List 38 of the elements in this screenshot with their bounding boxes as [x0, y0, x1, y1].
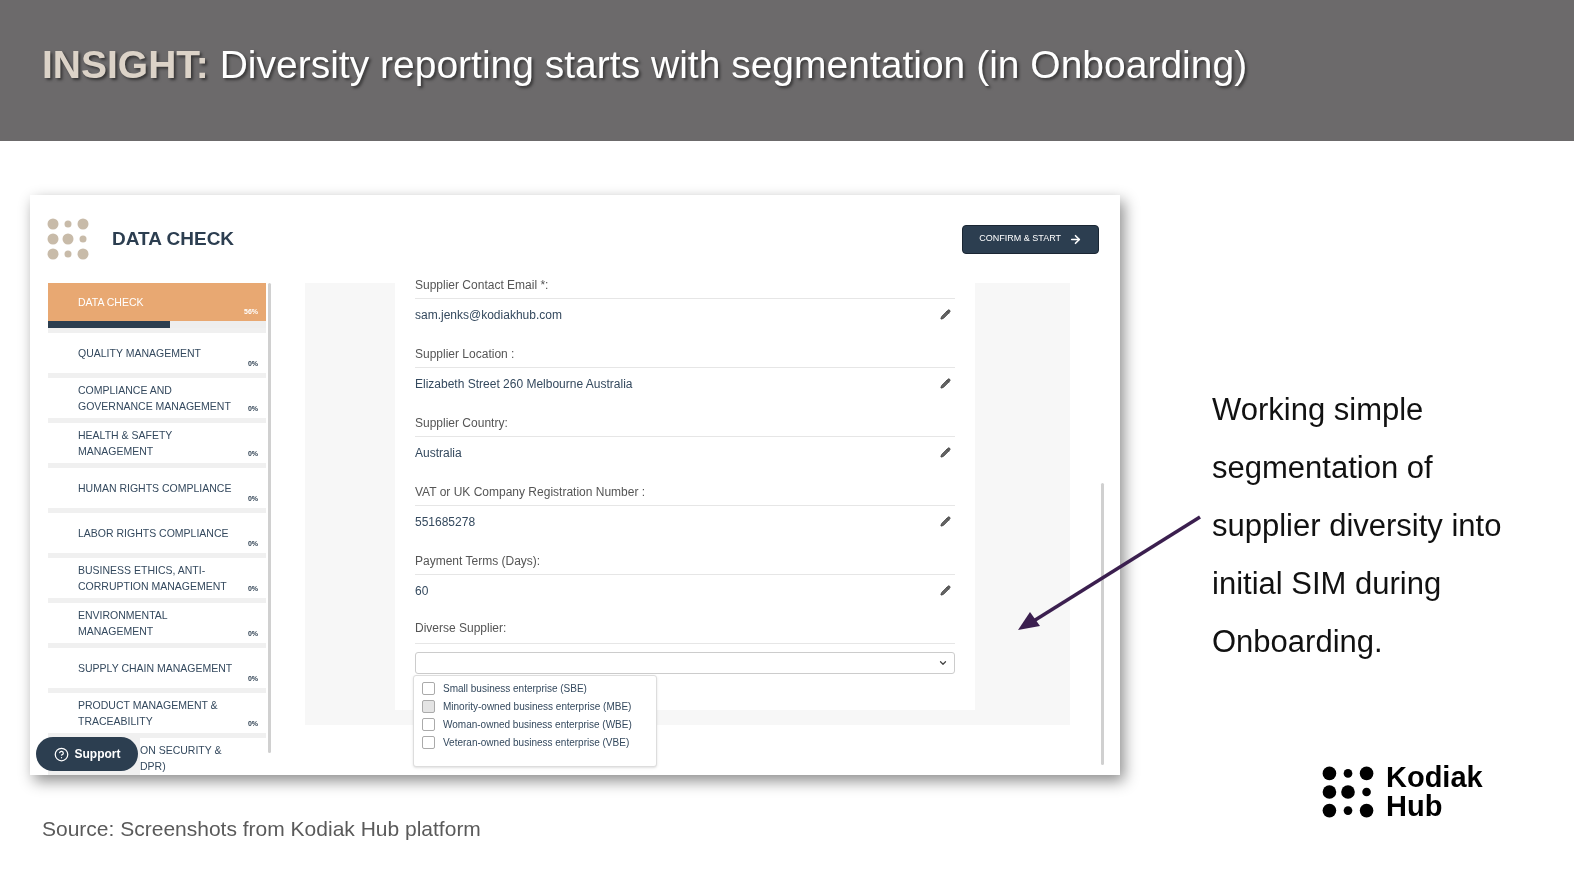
brand-logo-icon	[1322, 766, 1374, 818]
field-value: sam.jenks@kodiakhub.com	[415, 306, 562, 324]
annotation-text: Working simple segmentation of supplier diversity into initial SIM during Onboarding.	[1212, 391, 1503, 661]
dropdown-option[interactable]: Minority-owned business enterprise (MBE)	[422, 700, 656, 713]
source-caption: Source: Screenshots from Kodiak Hub platform	[42, 816, 482, 842]
checkbox[interactable]	[422, 718, 435, 731]
edit-pencil-icon[interactable]	[940, 309, 951, 320]
field-value: Elizabeth Street 260 Melbourne Australia	[415, 375, 633, 393]
field-value: Australia	[415, 444, 462, 462]
field-label: Supplier Location :	[415, 346, 515, 363]
caret-icon	[938, 658, 948, 668]
checkbox[interactable]	[422, 682, 435, 695]
edit-pencil-icon[interactable]	[940, 447, 951, 458]
support-button[interactable]: Support	[36, 737, 138, 771]
help-icon	[53, 746, 69, 762]
field-label: Diverse Supplier:	[415, 620, 507, 637]
slide-title: INSIGHT: Diversity reporting starts with segmentation (in Onboarding)	[42, 42, 1248, 89]
dropdown-option[interactable]: Veteran-owned business enterprise (VBE)	[422, 736, 656, 749]
edit-pencil-icon[interactable]	[940, 585, 951, 596]
field-value: 60	[415, 582, 429, 600]
brand-name: Hub	[1386, 792, 1444, 821]
dropdown-option[interactable]: Woman-owned business enterprise (WBE)	[422, 718, 656, 731]
app-logo-icon	[47, 218, 89, 260]
checkbox[interactable]	[422, 736, 435, 749]
field-label: Supplier Contact Email *:	[415, 277, 549, 294]
edit-pencil-icon[interactable]	[940, 516, 951, 527]
confirm-start-button[interactable]: CONFIRM & START	[962, 224, 1099, 254]
field-value: 551685278	[415, 513, 476, 531]
field-label: Payment Terms (Days):	[415, 553, 541, 570]
app-title: DATA CHECK	[112, 226, 235, 251]
sidebar-item[interactable]: ON SECURITY & DPR)	[140, 738, 266, 775]
dropdown-option[interactable]: Small business enterprise (SBE)	[422, 682, 656, 695]
arrow-right-icon	[1069, 232, 1082, 246]
edit-pencil-icon[interactable]	[940, 378, 951, 389]
field-label: Supplier Country:	[415, 415, 508, 432]
checkbox[interactable]	[422, 700, 435, 713]
field-label: VAT or UK Company Registration Number :	[415, 484, 646, 501]
brand-name: Kodiak	[1386, 763, 1483, 792]
